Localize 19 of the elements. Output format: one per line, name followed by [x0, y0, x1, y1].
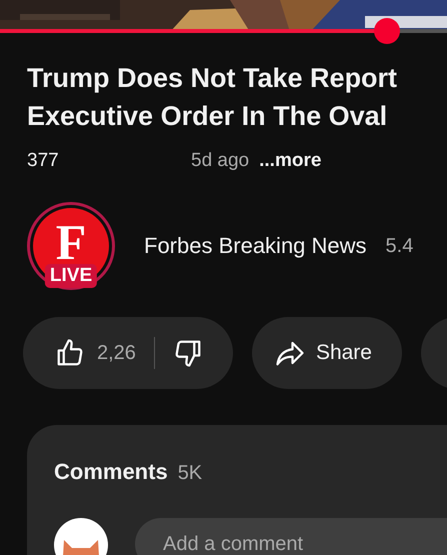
- live-badge: LIVE: [44, 264, 98, 288]
- thumbs-up-icon: [55, 338, 85, 368]
- comment-count: 5K: [178, 462, 202, 485]
- like-button[interactable]: 2,26: [55, 338, 136, 368]
- avatar-letter: F: [56, 217, 86, 267]
- channel-name[interactable]: Forbes Breaking News: [144, 233, 367, 259]
- video-title: Executive Order In The Oval: [27, 100, 388, 133]
- comment-field[interactable]: Add a comment: [135, 518, 447, 555]
- comments-title: Comments: [54, 459, 168, 485]
- dislike-button[interactable]: [172, 338, 203, 368]
- thumbs-down-icon: [172, 338, 203, 368]
- channel-avatar[interactable]: F LIVE: [27, 202, 115, 290]
- upload-age: 5d ago: [191, 150, 250, 172]
- share-button[interactable]: Share: [252, 317, 402, 389]
- view-count: 377: [27, 150, 60, 172]
- more-link[interactable]: ...more: [259, 150, 322, 172]
- comments-card[interactable]: Comments 5K Add a comment: [27, 425, 447, 555]
- subscriber-count: 5.4: [386, 234, 414, 258]
- video-title: Trump Does Not Take Report: [27, 62, 398, 95]
